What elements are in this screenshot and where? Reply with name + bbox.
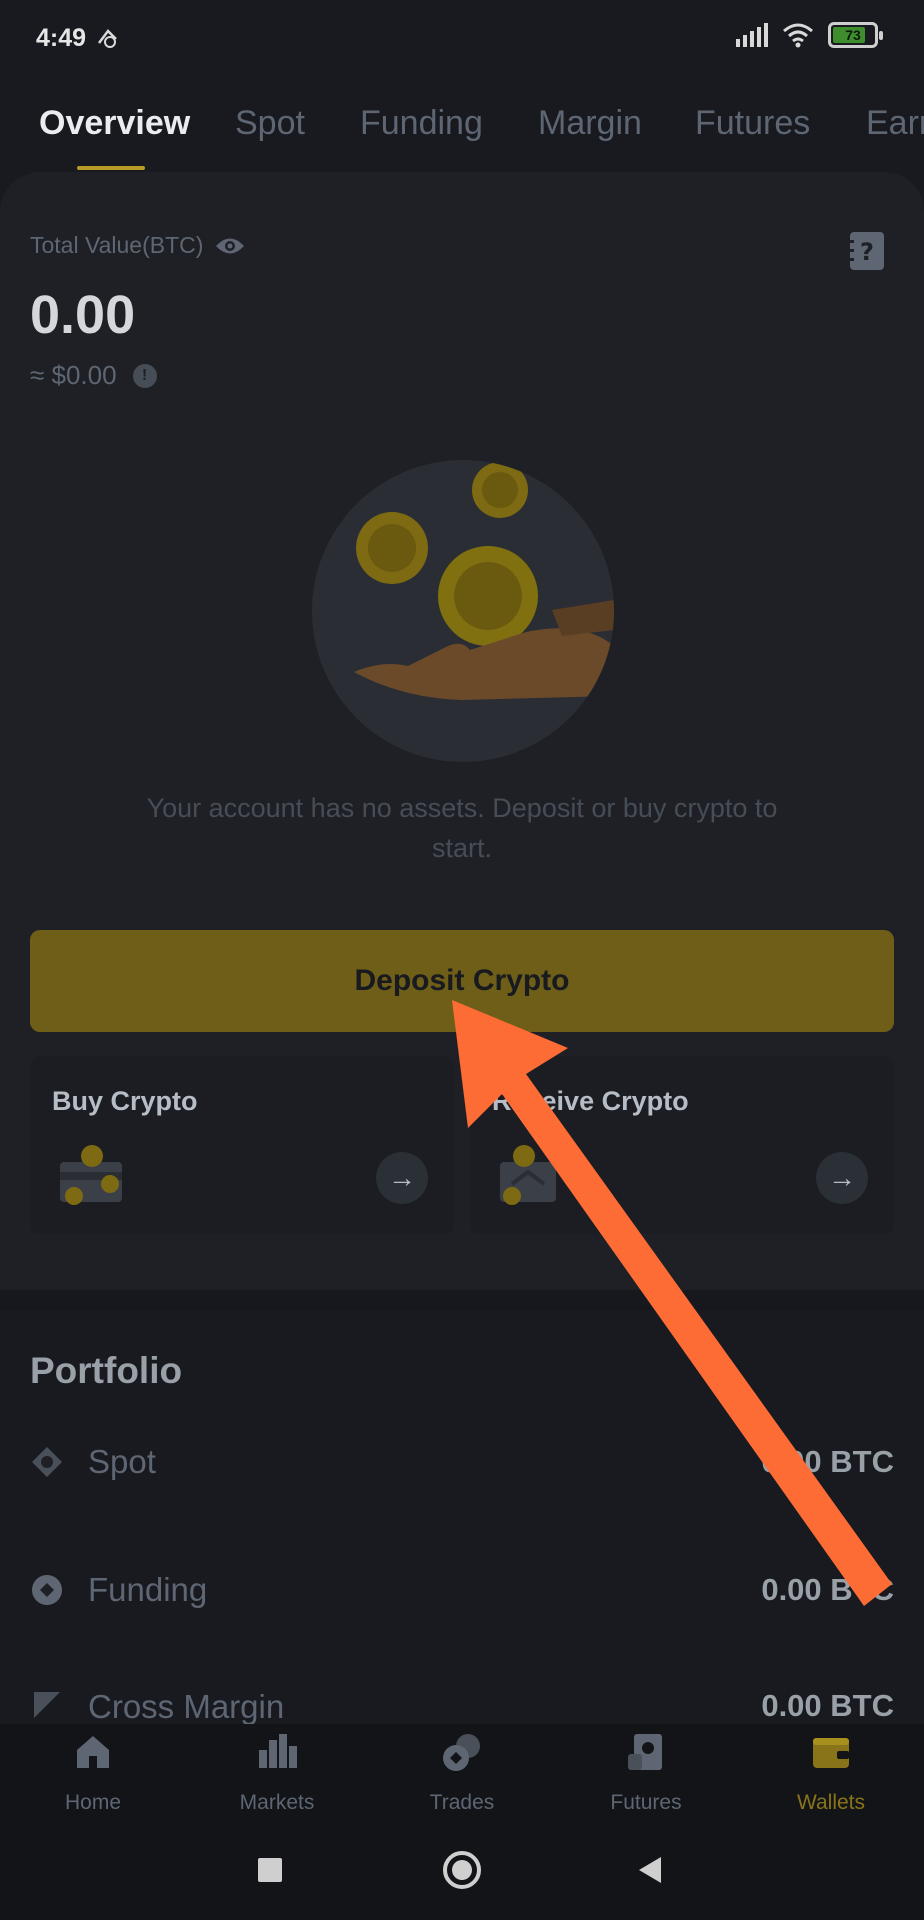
total-value-label-row: Total Value(BTC): [30, 232, 245, 259]
nav-wallets[interactable]: Wallets: [756, 1724, 906, 1820]
portfolio-row-label: Cross Margin: [88, 1688, 285, 1724]
section-divider: [0, 1290, 924, 1310]
nav-label: Markets: [239, 1791, 315, 1814]
arrow-right-icon[interactable]: →: [376, 1152, 428, 1204]
empty-assets-message: Your account has no assets. Deposit or b…: [146, 793, 778, 863]
deposit-crypto-button[interactable]: Deposit Crypto: [30, 930, 894, 1032]
coins-hand-icon: [354, 462, 614, 700]
battery-icon: 73: [828, 22, 883, 48]
portfolio-row-value: 0.00 BTC: [761, 1444, 894, 1479]
system-nav-bar: [0, 1820, 924, 1920]
tab-margin[interactable]: Margin: [538, 104, 642, 143]
nav-futures[interactable]: Futures: [571, 1724, 721, 1820]
battery-level: 73: [845, 27, 861, 43]
svg-text:?: ?: [860, 238, 874, 266]
back-button[interactable]: [628, 1848, 672, 1892]
nav-label: Trades: [429, 1791, 495, 1814]
bottom-nav: Home Markets Trades Futures Wallets: [0, 1724, 924, 1820]
notification-icon: [98, 29, 117, 48]
status-icons: 73: [736, 22, 883, 48]
spot-icon: [32, 1447, 62, 1477]
trades-icon: [443, 1734, 480, 1771]
markets-icon: [259, 1734, 297, 1768]
recents-button[interactable]: [248, 1848, 292, 1892]
portfolio-row-spot[interactable]: Spot 0.00 BTC: [30, 1432, 894, 1492]
portfolio-row-label: Spot: [88, 1443, 156, 1480]
wallets-icon: [813, 1738, 849, 1768]
nav-home[interactable]: Home: [18, 1724, 168, 1820]
circle-icon: [443, 1851, 481, 1889]
futures-icon: [628, 1734, 662, 1770]
nav-trades[interactable]: Trades: [387, 1724, 537, 1820]
receive-crypto-icon: [500, 1145, 556, 1205]
portfolio-row-label: Funding: [88, 1571, 208, 1608]
home-icon: [77, 1736, 109, 1768]
portfolio-row-cross-margin[interactable]: Cross Margin 0.00 BTC: [30, 1688, 894, 1724]
status-time: 4:49: [36, 23, 87, 52]
status-bar: 4:49 73: [0, 0, 924, 76]
margin-icon: [34, 1692, 60, 1718]
empty-assets-illustration: [312, 460, 614, 762]
arrow-right-icon[interactable]: →: [816, 1152, 868, 1204]
tab-overview[interactable]: Overview: [39, 104, 190, 143]
portfolio-row-value: 0.00 BTC: [761, 1572, 894, 1607]
nav-label: Wallets: [796, 1791, 866, 1814]
portfolio-title: Portfolio: [30, 1350, 183, 1391]
receive-crypto-card[interactable]: Receive Crypto →: [470, 1056, 894, 1234]
report-icon[interactable]: ?: [848, 232, 886, 270]
nav-label: Futures: [610, 1791, 682, 1814]
nav-label: Home: [64, 1791, 122, 1814]
eye-icon[interactable]: [215, 235, 245, 257]
account-tabs: Overview Spot Funding Margin Futures Ear…: [0, 96, 924, 176]
back-triangle-icon: [639, 1857, 661, 1883]
signal-icon: [736, 23, 768, 47]
wifi-icon: [783, 23, 813, 48]
receive-crypto-label: Receive Crypto: [492, 1086, 689, 1116]
buy-crypto-card[interactable]: Buy Crypto →: [30, 1056, 454, 1234]
buy-crypto-icon: [60, 1145, 122, 1205]
funding-icon: [32, 1575, 62, 1605]
portfolio-row-funding[interactable]: Funding 0.00 BTC: [30, 1560, 894, 1620]
info-icon[interactable]: !: [132, 363, 157, 388]
tab-funding[interactable]: Funding: [360, 104, 483, 143]
tab-earn[interactable]: Earn: [866, 104, 924, 143]
total-fiat-row: ≈ $0.00 !: [30, 360, 157, 391]
portfolio-row-value: 0.00 BTC: [761, 1688, 894, 1723]
square-icon: [258, 1858, 282, 1882]
total-value: 0.00: [30, 285, 136, 345]
tab-futures[interactable]: Futures: [695, 104, 810, 143]
active-tab-indicator: [77, 166, 145, 170]
buy-crypto-label: Buy Crypto: [52, 1086, 198, 1116]
tab-spot[interactable]: Spot: [235, 104, 305, 143]
total-fiat-value: ≈ $0.00: [30, 360, 117, 390]
total-value-label: Total Value(BTC): [30, 232, 204, 258]
home-system-button[interactable]: [440, 1848, 484, 1892]
nav-markets[interactable]: Markets: [202, 1724, 352, 1820]
